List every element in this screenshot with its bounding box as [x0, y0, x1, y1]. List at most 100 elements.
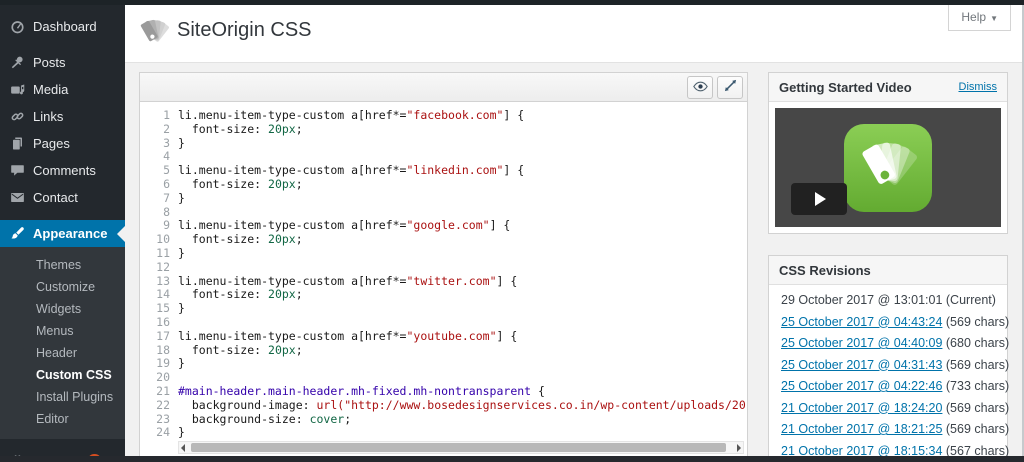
play-button[interactable] — [791, 183, 847, 215]
code-line: 17li.menu-item-type-custom a[href*="yout… — [140, 330, 747, 344]
visual-inspector-button[interactable] — [687, 76, 713, 99]
help-button[interactable]: Help▼ — [948, 5, 1011, 31]
revision-link[interactable]: 21 October 2017 @ 18:21:25 — [781, 422, 942, 436]
sidebar-item-label: Media — [33, 82, 68, 97]
sidebar-item-dashboard[interactable]: Dashboard — [0, 13, 125, 40]
revision-link[interactable]: 25 October 2017 @ 04:22:46 — [781, 379, 942, 393]
line-number: 10 — [140, 233, 178, 247]
siteorigin-app-icon — [844, 124, 932, 212]
revision-link[interactable]: 25 October 2017 @ 04:43:24 — [781, 315, 942, 329]
code-line: 11} — [140, 247, 747, 261]
code-line: 10 font-size: 20px; — [140, 233, 747, 247]
sidebar-item-comments[interactable]: Comments — [0, 157, 125, 184]
admin-menu: Dashboard Posts Media Links Pages Comments Con… — [0, 5, 125, 462]
code-line: 9li.menu-item-type-custom a[href*="googl… — [140, 219, 747, 233]
line-number: 3 — [140, 137, 178, 151]
code-line: 15} — [140, 302, 747, 316]
line-number: 4 — [140, 150, 178, 164]
editor-toolbar — [140, 73, 747, 102]
code-line: 12 — [140, 261, 747, 275]
line-number: 6 — [140, 178, 178, 192]
envelope-icon — [10, 190, 25, 205]
code-line: 4 — [140, 150, 747, 164]
code-line: 2 font-size: 20px; — [140, 123, 747, 137]
revision-link[interactable]: 21 October 2017 @ 18:24:20 — [781, 401, 942, 415]
submenu-item-editor[interactable]: Editor — [0, 408, 125, 430]
submenu-item-customize[interactable]: Customize — [0, 276, 125, 298]
revisions-list: 29 October 2017 @ 13:01:01 (Current)25 O… — [769, 285, 1007, 462]
code-line: 16 — [140, 316, 747, 330]
expand-editor-button[interactable] — [717, 76, 743, 99]
page-title: SiteOrigin CSS — [177, 19, 312, 42]
revision-size: (569 chars) — [942, 422, 1009, 436]
sidebar-item-links[interactable]: Links — [0, 103, 125, 130]
video-thumbnail[interactable] — [775, 108, 1001, 227]
pin-icon — [10, 55, 25, 70]
code-text: } — [178, 137, 185, 151]
horizontal-scrollbar[interactable] — [178, 441, 744, 454]
code-text: } — [178, 192, 185, 206]
sidebar-item-posts[interactable]: Posts — [0, 49, 125, 76]
line-number: 12 — [140, 261, 178, 275]
code-line: 8 — [140, 206, 747, 220]
submenu-item-menus[interactable]: Menus — [0, 320, 125, 342]
media-icon — [10, 82, 25, 97]
sidebar-item-label: Pages — [33, 136, 70, 151]
play-icon — [815, 192, 826, 206]
code-line: 22 background-image: url("http://www.bos… — [140, 399, 747, 413]
code-text: li.menu-item-type-custom a[href*="youtub… — [178, 330, 517, 344]
page-header: SiteOrigin CSS — [125, 5, 1022, 63]
submenu-item-custom-css[interactable]: Custom CSS — [0, 364, 125, 386]
eye-icon — [693, 80, 708, 95]
line-number: 9 — [140, 219, 178, 233]
code-text: li.menu-item-type-custom a[href*="twitte… — [178, 275, 517, 289]
sidebar-item-label: Appearance — [33, 226, 107, 241]
code-line: 6 font-size: 20px; — [140, 178, 747, 192]
revision-link[interactable]: 25 October 2017 @ 04:40:09 — [781, 336, 942, 350]
sidebar-item-label: Contact — [33, 190, 78, 205]
code-text: font-size: 20px; — [178, 344, 303, 358]
appearance-submenu: ThemesCustomizeWidgetsMenusHeaderCustom … — [0, 247, 125, 439]
code-text: } — [178, 426, 185, 440]
submenu-item-widgets[interactable]: Widgets — [0, 298, 125, 320]
sidebar-item-contact[interactable]: Contact — [0, 184, 125, 211]
siteorigin-fan-icon — [138, 18, 170, 53]
submenu-item-install-plugins[interactable]: Install Plugins — [0, 386, 125, 408]
video-body — [769, 102, 1007, 233]
css-code-editor[interactable]: 1li.menu-item-type-custom a[href*="faceb… — [140, 102, 747, 456]
line-number: 22 — [140, 399, 178, 413]
submenu-item-header[interactable]: Header — [0, 342, 125, 364]
code-line: 24} — [140, 426, 747, 440]
code-text: } — [178, 302, 185, 316]
sidebar-item-label: Comments — [33, 163, 96, 178]
line-number: 20 — [140, 371, 178, 385]
sidebar-item-appearance[interactable]: Appearance — [0, 220, 125, 247]
revision-item: 25 October 2017 @ 04:31:43 (569 chars) — [781, 359, 995, 373]
code-text: li.menu-item-type-custom a[href*="facebo… — [178, 109, 524, 123]
line-number: 11 — [140, 247, 178, 261]
submenu-item-themes[interactable]: Themes — [0, 254, 125, 276]
revision-item: 25 October 2017 @ 04:22:46 (733 chars) — [781, 380, 995, 394]
revision-size: (680 chars) — [942, 336, 1009, 350]
scroll-left-arrow[interactable] — [181, 444, 185, 452]
scroll-right-arrow[interactable] — [737, 444, 741, 452]
code-text: font-size: 20px; — [178, 178, 303, 192]
line-number: 5 — [140, 164, 178, 178]
scrollbar-thumb[interactable] — [191, 443, 726, 452]
sidebar-item-media[interactable]: Media — [0, 76, 125, 103]
css-revisions-panel: CSS Revisions 29 October 2017 @ 13:01:01… — [768, 255, 1008, 462]
dashboard-icon — [10, 19, 25, 34]
getting-started-video-panel: Getting Started Video Dismiss — [768, 72, 1008, 234]
sidebar-item-pages[interactable]: Pages — [0, 130, 125, 157]
revision-item: 21 October 2017 @ 18:24:20 (569 chars) — [781, 402, 995, 416]
help-label: Help — [961, 10, 986, 24]
revision-link[interactable]: 25 October 2017 @ 04:31:43 — [781, 358, 942, 372]
pages-icon — [10, 136, 25, 151]
revision-size: (733 chars) — [942, 379, 1009, 393]
sidebar-item-label: Links — [33, 109, 63, 124]
revision-size: (569 chars) — [942, 358, 1009, 372]
line-number: 1 — [140, 109, 178, 123]
dismiss-link[interactable]: Dismiss — [959, 81, 998, 93]
line-number: 8 — [140, 206, 178, 220]
code-line: 18 font-size: 20px; — [140, 344, 747, 358]
